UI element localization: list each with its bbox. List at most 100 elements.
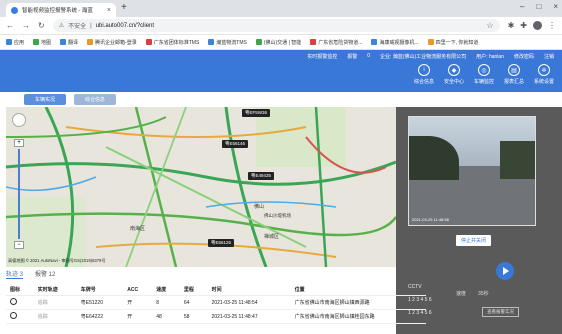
bookmark-item[interactable]: 瀚蓝物流TMS	[208, 39, 247, 46]
bookmark-item[interactable]: 四里一下, 你就知道	[427, 39, 478, 46]
bookmark-item[interactable]: 腾讯企业邮箱-登录	[87, 39, 137, 46]
bookmark-item[interactable]: 应用	[6, 39, 24, 46]
nav-vehicle-monitor[interactable]: ◎ 车辆监控	[472, 64, 496, 85]
window-controls: – □ ×	[520, 2, 558, 11]
time-cell: 2021-03-25 11:48:54	[207, 295, 291, 310]
stop-close-button[interactable]: 停止并关闭	[456, 235, 492, 246]
site-favicon-icon	[11, 6, 18, 14]
close-tab-icon[interactable]: ×	[107, 7, 111, 14]
col-track: 实时轨迹	[33, 284, 77, 296]
city-label: 佛山	[254, 204, 265, 210]
app-header: 实时报警监控 报警 0 企业: 瀚蓝(佛山)工业物流服务有限公司 用户: han…	[0, 50, 562, 92]
speed-select[interactable]: 35秒	[478, 290, 489, 297]
bookmark-item[interactable]: 地图	[33, 39, 51, 46]
track-button[interactable]: 追踪	[33, 309, 77, 324]
vehicle-icon	[10, 312, 17, 319]
speed-cell: 8	[152, 295, 180, 310]
forward-icon[interactable]: →	[22, 21, 30, 30]
compass-control[interactable]	[12, 113, 26, 127]
table-row[interactable]: 追踪 粤E51220 开 8 64 2021-03-25 11:48:54 广东…	[6, 295, 426, 310]
translate-icon	[60, 39, 67, 45]
bookmark-item[interactable]: 广东省危险货物道...	[310, 39, 362, 46]
toolbar: 车辆实况 综合信息	[0, 92, 562, 107]
nav-reports[interactable]: ▤ 报表汇总	[502, 64, 526, 85]
zoom-control[interactable]: + −	[14, 139, 24, 249]
logout-link[interactable]: 注销	[544, 53, 554, 60]
zoom-track[interactable]	[18, 149, 20, 239]
vehicle-marker[interactable]: 粤E66126	[208, 239, 235, 247]
col-time: 时间	[207, 284, 291, 296]
vehicle-marker[interactable]: 粤E56146	[222, 140, 249, 148]
overview-button[interactable]: 综合信息	[74, 94, 116, 105]
acc-cell: 开	[123, 295, 153, 310]
time-cell: 2021-03-25 11:48:47	[207, 309, 291, 324]
nav-settings[interactable]: ✲ 系统设置	[532, 64, 556, 85]
view-alarm-button[interactable]: 查看报警实况	[482, 307, 519, 317]
browser-tab[interactable]: 智能视频监控报警系统 - 瀚蓝 ×	[6, 3, 116, 17]
plate-cell: 粤E64222	[76, 309, 124, 324]
cctv-channels[interactable]: 1 2 3 4 5 6	[408, 310, 432, 323]
table-header-row: 图标 实时轨迹 车牌号 ACC 速度 里程 时间 位置	[6, 284, 426, 296]
speed-row: 速度 35秒	[456, 290, 489, 297]
puzzle-icon[interactable]: ✚	[520, 21, 527, 30]
vehicle-map[interactable]: + − 粤EF5W36 粤E56146 粤E49435 粤E66126 南海区 …	[6, 107, 396, 267]
cctv-header: CCTV	[408, 284, 422, 290]
play-icon[interactable]	[496, 262, 514, 280]
acc-cell: 开	[123, 309, 153, 324]
minimize-icon[interactable]: –	[520, 2, 524, 11]
cctv-channels[interactable]: 1 2 3 4 5 6	[408, 297, 432, 310]
map-attribution: 高德地图 © 2021 AutoNavi - 审图号GS(2019)6379号	[8, 258, 106, 263]
menu-icon[interactable]: ⋮	[548, 21, 556, 30]
change-password-link[interactable]: 修改密码	[514, 53, 534, 60]
nav-info[interactable]: i 综合信息	[412, 64, 436, 85]
nav-safety[interactable]: ◆ 安全中心	[442, 64, 466, 85]
url-input[interactable]: ⚠ 不安全 | ubi.auto007.cn/?client ☆	[52, 19, 500, 32]
new-tab-icon[interactable]: +	[121, 2, 127, 13]
tab-alarm[interactable]: 报警 12	[35, 269, 55, 279]
speed-cell: 48	[152, 309, 180, 324]
col-plate: 车牌号	[76, 284, 124, 296]
not-secure-icon: ⚠	[58, 23, 65, 29]
zoom-out-icon[interactable]: −	[14, 241, 24, 249]
bookmark-star-icon[interactable]: ☆	[486, 21, 493, 30]
bookmark-item[interactable]: 翻译	[60, 39, 78, 46]
maximize-icon[interactable]: □	[536, 2, 541, 11]
site-icon	[310, 39, 317, 45]
track-button[interactable]: 追踪	[33, 295, 77, 310]
tab-track[interactable]: 轨迹 3	[6, 269, 24, 279]
not-secure-label: 不安全	[68, 24, 87, 30]
zoom-in-icon[interactable]: +	[14, 139, 24, 147]
profile-avatar[interactable]	[533, 21, 542, 30]
user-label: 用户: hanlan	[476, 54, 504, 60]
bookmark-item[interactable]: (佛山)交通 | 智能	[255, 39, 301, 46]
bookmark-item[interactable]: 广东省团体标准TMS	[145, 39, 199, 46]
video-timestamp: 2021-03-25 11:48:58	[412, 217, 449, 222]
gear-icon: ✲	[538, 64, 550, 76]
col-location: 位置	[290, 284, 426, 296]
apps-icon	[6, 39, 12, 45]
close-window-icon[interactable]: ×	[553, 2, 558, 11]
reload-icon[interactable]: ↻	[38, 21, 45, 30]
realtime-button[interactable]: 车辆实况	[24, 94, 66, 105]
camera-feed[interactable]: 2021-03-25 11:48:58	[408, 116, 536, 226]
col-icon: 图标	[6, 284, 34, 296]
mail-icon	[87, 39, 94, 45]
vehicle-marker[interactable]: 粤E49435	[248, 172, 275, 180]
vehicle-marker[interactable]: 粤EF5W36	[242, 109, 271, 117]
bookmark-item[interactable]: 海康威视摄像机...	[371, 39, 419, 46]
panel-tabs: 轨迹 3 报警 12	[6, 269, 55, 279]
back-icon[interactable]: ←	[6, 21, 14, 30]
site-icon	[208, 39, 215, 45]
speed-label: 速度	[456, 291, 467, 297]
top-nav: i 综合信息 ◆ 安全中心 ◎ 车辆监控 ▤ 报表汇总 ✲ 系统设置	[412, 64, 556, 85]
monitor-icon: ◎	[478, 64, 490, 76]
alarm-monitor-link[interactable]: 实时报警监控	[307, 53, 337, 60]
table-row[interactable]: 追踪 粤E64222 开 48 58 2021-03-25 11:48:47 广…	[6, 309, 426, 324]
site-icon	[371, 39, 378, 45]
user-info-line: 实时报警监控 报警 0 企业: 瀚蓝(佛山)工业物流服务有限公司 用户: han…	[307, 53, 554, 60]
mileage-cell: 58	[179, 309, 208, 324]
url-text: ubi.auto007.cn/?client	[95, 22, 155, 29]
extension-icon[interactable]: ✱	[508, 21, 515, 30]
tab-title: 智能视频监控报警系统 - 瀚蓝	[22, 8, 93, 14]
col-mileage: 里程	[179, 284, 208, 296]
